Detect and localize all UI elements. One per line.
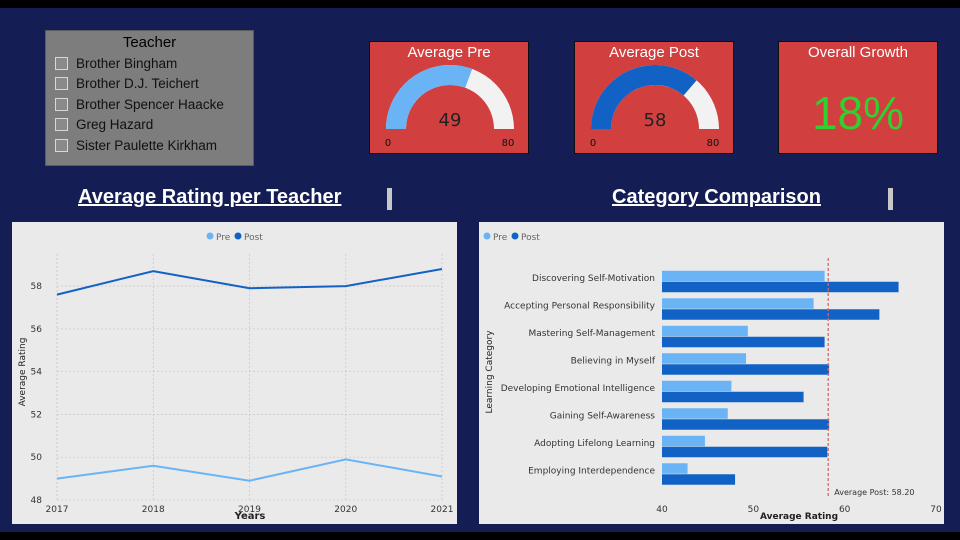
y-tick-label: 58 <box>31 282 43 292</box>
slicer-item-hazard[interactable]: Greg Hazard <box>55 115 253 136</box>
legend-pre-marker <box>206 232 214 240</box>
slicer-item-label: Brother D.J. Teichert <box>76 76 199 92</box>
slicer-item-haacke[interactable]: Brother Spencer Haacke <box>55 94 253 115</box>
gauge-value: 58 <box>644 110 667 131</box>
line-y-ticks: 48 50 52 54 56 58 <box>31 282 43 506</box>
slicer-item-label: Brother Spencer Haacke <box>76 96 224 112</box>
bar-pre <box>662 353 747 364</box>
bar-chart: 40 50 60 70 Discovering Self-Motivation Acce… <box>483 232 942 522</box>
bar-pre <box>662 463 688 474</box>
bar-post <box>662 474 736 485</box>
growth-value: 18% <box>811 87 905 139</box>
category-label: Adopting Lifelong Learning <box>534 439 655 449</box>
x-tick-label: 2018 <box>142 505 165 515</box>
gauge-min-label: 0 <box>385 138 391 149</box>
slicer-item-bingham[interactable]: Brother Bingham <box>55 53 253 74</box>
slicer-item-label: Brother Bingham <box>76 55 178 71</box>
bar-x-axis-label: Average Rating <box>760 512 838 522</box>
legend-post-marker <box>234 232 242 240</box>
line-legend[interactable]: Pre Post <box>206 232 264 244</box>
checkbox[interactable] <box>55 56 68 70</box>
legend-post-marker <box>511 232 519 240</box>
category-label: Mastering Self-Management <box>529 329 656 339</box>
x-tick-label: 60 <box>839 505 851 515</box>
line-grid <box>56 254 443 501</box>
bar-y-axis-label: Learning Category <box>485 330 495 414</box>
line-chart-title: Average Rating per Teacher <box>78 186 342 208</box>
line-y-axis-label: Average Rating <box>18 338 28 407</box>
y-tick-label: 52 <box>31 410 42 420</box>
bar-category-labels: Discovering Self-Motivation Accepting Per… <box>501 274 656 477</box>
bar-post <box>662 309 880 320</box>
bar-pre <box>662 270 825 282</box>
legend-post-label: Post <box>521 233 540 243</box>
checkbox[interactable] <box>55 118 68 132</box>
bar-pre <box>662 325 748 337</box>
gauge-max-label: 80 <box>502 138 515 149</box>
slicer-item-kirkham[interactable]: Sister Paulette Kirkham <box>55 135 253 156</box>
teacher-slicer: Teacher Brother Bingham Brother D.J. Tei… <box>45 30 254 166</box>
bar-post <box>662 336 825 348</box>
gauge-value: 49 <box>439 110 462 131</box>
title-edit-marker <box>387 188 392 210</box>
legend-post-label: Post <box>244 233 263 243</box>
overall-growth-card[interactable]: Overall Growth 18% <box>778 41 938 154</box>
bar-post <box>662 419 830 430</box>
bar-chart-title: Category Comparison <box>612 186 821 208</box>
x-tick-label: 40 <box>656 505 668 515</box>
bar-chart-panel[interactable]: 40 50 60 70 Discovering Self-Motivation Acce… <box>479 222 944 524</box>
category-label: Developing Emotional Intelligence <box>501 384 656 394</box>
checkbox[interactable] <box>55 97 68 111</box>
category-label: Employing Interdependence <box>528 466 655 476</box>
bar-bars <box>662 270 899 485</box>
slicer-list: Brother Bingham Brother D.J. Teichert Br… <box>46 53 253 156</box>
legend-pre-label: Pre <box>216 233 231 243</box>
slicer-item-label: Greg Hazard <box>76 117 154 133</box>
y-tick-label: 48 <box>31 496 43 506</box>
y-tick-label: 56 <box>31 325 43 335</box>
category-label: Believing in Myself <box>571 356 656 366</box>
reference-line-label: Average Post: 58.20 <box>834 488 914 497</box>
bar-post <box>662 364 830 375</box>
bar-pre <box>662 380 732 392</box>
average-pre-card[interactable]: Average Pre 49 0 80 <box>369 41 529 154</box>
y-tick-label: 54 <box>31 368 43 378</box>
legend-pre-label: Pre <box>493 233 508 243</box>
bar-pre <box>662 408 728 419</box>
bar-pre <box>662 435 705 447</box>
bar-pre <box>662 298 814 309</box>
category-label: Accepting Personal Responsibility <box>504 301 656 311</box>
dashboard-canvas: Teacher Brother Bingham Brother D.J. Tei… <box>0 8 960 532</box>
line-chart: 485052545658 2017 2018 2019 2020 2021 Pre Po… <box>18 232 454 522</box>
x-tick-label: 2021 <box>431 505 454 515</box>
x-tick-label: 2020 <box>334 505 357 515</box>
slicer-title: Teacher <box>122 34 177 51</box>
card-title: Overall Growth <box>807 44 909 61</box>
x-tick-label: 2017 <box>46 505 69 515</box>
line-x-axis-label: Years <box>234 511 266 522</box>
x-tick-label: 70 <box>930 505 942 515</box>
gauge-min-label: 0 <box>590 138 596 149</box>
bar-post <box>662 446 828 458</box>
checkbox[interactable] <box>55 77 68 91</box>
bar-post <box>662 391 804 403</box>
bar-post <box>662 281 899 293</box>
x-tick-label: 50 <box>748 505 760 515</box>
average-post-gauge: 58 0 80 <box>590 64 720 149</box>
category-label: Discovering Self-Motivation <box>532 274 655 284</box>
average-post-card[interactable]: Average Post 58 0 80 <box>574 41 734 154</box>
slicer-item-teichert[interactable]: Brother D.J. Teichert <box>55 74 253 95</box>
gauge-max-label: 80 <box>707 138 720 149</box>
title-edit-marker <box>888 188 893 210</box>
legend-pre-marker <box>483 232 491 240</box>
line-chart-panel[interactable]: 48 50 52 54 56 58 2017 2018 2019 2020 2021 Pre Po… <box>12 222 457 524</box>
y-tick-label: 50 <box>31 453 43 463</box>
slicer-item-label: Sister Paulette Kirkham <box>76 137 218 153</box>
bar-legend[interactable]: Pre Post <box>483 232 541 244</box>
category-label: Gaining Self-Awareness <box>550 411 656 421</box>
checkbox[interactable] <box>55 138 68 152</box>
average-pre-gauge: 49 0 80 <box>385 65 515 149</box>
